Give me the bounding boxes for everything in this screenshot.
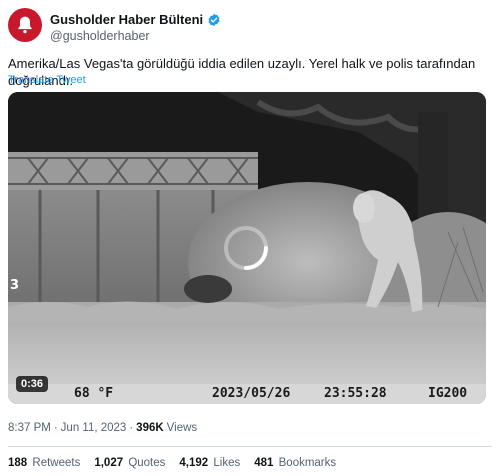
quotes-count: 1,027 bbox=[94, 457, 124, 469]
avatar[interactable] bbox=[8, 8, 42, 42]
meta-separator: · bbox=[53, 422, 58, 434]
camera-date: 2023/05/26 bbox=[212, 386, 291, 401]
tweet-header: Gusholder Haber Bülteni @gusholderhaber bbox=[8, 6, 492, 48]
loading-spinner-icon bbox=[224, 226, 268, 270]
video-overlay-number: 3 bbox=[10, 278, 20, 293]
retweets-stat[interactable]: 188 Retweets bbox=[8, 457, 80, 469]
likes-stat[interactable]: 4,192 Likes bbox=[179, 457, 240, 469]
camera-code: IG200 bbox=[428, 386, 468, 401]
tweet-meta: 8:37 PM · Jun 11, 2023 · 396K Views bbox=[8, 422, 197, 434]
camera-time: 23:55:28 bbox=[324, 386, 387, 401]
retweets-label: Retweets bbox=[32, 457, 81, 469]
views-count: 396K bbox=[136, 422, 164, 434]
retweets-count: 188 bbox=[8, 457, 28, 469]
engagement-stats: 188 Retweets 1,027 Quotes 4,192 Likes 48… bbox=[8, 457, 336, 469]
author-display-name[interactable]: Gusholder Haber Bülteni bbox=[50, 12, 203, 27]
views-label: Views bbox=[166, 422, 198, 434]
divider bbox=[8, 446, 492, 447]
likes-count: 4,192 bbox=[179, 457, 209, 469]
bookmarks-label: Bookmarks bbox=[278, 457, 337, 469]
name-row: Gusholder Haber Bülteni bbox=[50, 12, 221, 27]
author-handle[interactable]: @gusholderhaber bbox=[50, 29, 150, 43]
camera-temperature: 68 °F bbox=[74, 386, 114, 401]
quotes-label: Quotes bbox=[128, 457, 166, 469]
tweet-time[interactable]: 8:37 PM bbox=[8, 422, 51, 434]
translate-tweet-link[interactable]: Translate Tweet bbox=[8, 74, 86, 86]
bookmarks-stat[interactable]: 481 Bookmarks bbox=[254, 457, 336, 469]
verified-badge-icon bbox=[207, 13, 221, 27]
tweet-date[interactable]: Jun 11, 2023 bbox=[61, 422, 127, 434]
meta-separator: · bbox=[129, 422, 134, 434]
video-duration-badge: 0:36 bbox=[16, 376, 49, 392]
camera-timestamp-bar: 68 °F 2023/05/26 23:55:28 IG200 bbox=[8, 384, 486, 404]
likes-label: Likes bbox=[213, 457, 241, 469]
bell-icon bbox=[18, 16, 32, 34]
bookmarks-count: 481 bbox=[254, 457, 274, 469]
video-player[interactable]: 3 68 °F 2023/05/26 23:55:28 IG200 0:36 bbox=[8, 92, 486, 404]
quotes-stat[interactable]: 1,027 Quotes bbox=[94, 457, 165, 469]
